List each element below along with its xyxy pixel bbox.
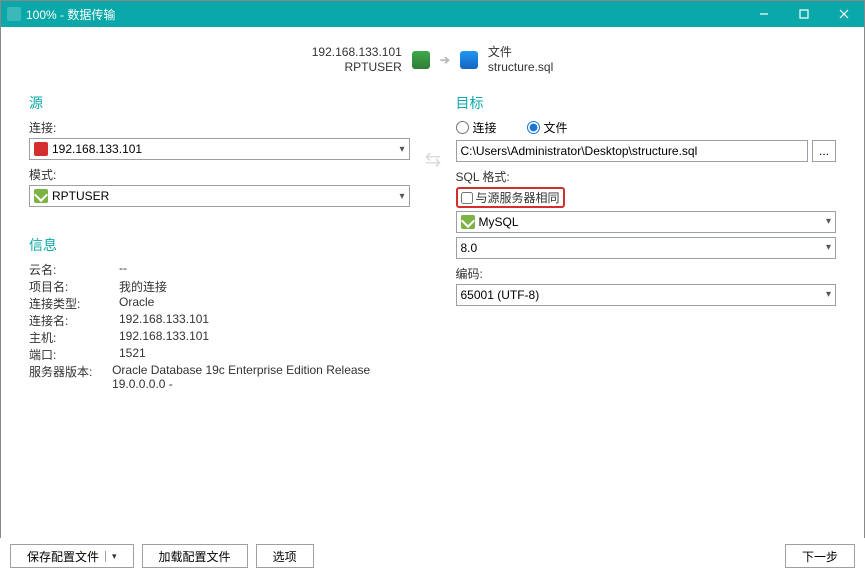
schema-select[interactable]: RPTUSER ▾ [29, 185, 410, 207]
connection-value: 192.168.133.101 [52, 142, 142, 156]
info-label: 云名: [29, 261, 119, 278]
titlebar: 100% - 数据传输 [1, 1, 864, 27]
database-target-icon [460, 51, 478, 69]
window-controls [744, 1, 864, 27]
chevron-down-icon: ▾ [399, 144, 404, 155]
info-label: 服务器版本: [29, 363, 112, 391]
radio-file[interactable]: 文件 [527, 119, 568, 136]
connection-select[interactable]: 192.168.133.101 ▾ [29, 138, 410, 160]
options-button[interactable]: 选项 [256, 544, 314, 568]
info-value: -- [119, 261, 127, 278]
encoding-label: 编码: [456, 265, 837, 282]
source-schema-label: RPTUSER [312, 60, 402, 75]
radio-connection[interactable]: 连接 [456, 119, 497, 136]
footer: 保存配置文件▾ 加载配置文件 选项 下一步 [0, 538, 865, 578]
chevron-down-icon: ▾ [105, 551, 117, 562]
info-label: 项目名: [29, 278, 119, 295]
browse-button[interactable]: ... [812, 140, 836, 162]
info-value: Oracle [119, 295, 154, 312]
target-type-label: 文件 [488, 45, 553, 60]
info-grid: 云名:-- 项目名:我的连接 连接类型:Oracle 连接名:192.168.1… [29, 261, 410, 391]
path-input[interactable]: C:\Users\Administrator\Desktop\structure… [456, 140, 809, 162]
source-title: 源 [29, 93, 410, 113]
chevron-down-icon: ▾ [826, 289, 831, 300]
app-icon [7, 7, 21, 21]
version-select[interactable]: 8.0 ▾ [456, 237, 837, 259]
source-panel: 源 连接: 192.168.133.101 ▾ 模式: RPTUSER ▾ 信息… [29, 93, 410, 391]
database-source-icon [412, 51, 430, 69]
maximize-button[interactable] [784, 1, 824, 27]
connection-label: 连接: [29, 119, 410, 136]
arrow-icon: ➔ [440, 53, 450, 67]
db-type-select[interactable]: MySQL ▾ [456, 211, 837, 233]
info-title: 信息 [29, 235, 410, 255]
info-label: 连接名: [29, 312, 119, 329]
mysql-icon [461, 215, 475, 229]
same-as-source-checkbox[interactable]: 与源服务器相同 [456, 187, 565, 208]
target-panel: 目标 连接 文件 C:\Users\Administrator\Desktop\… [456, 93, 837, 306]
next-button[interactable]: 下一步 [785, 544, 855, 568]
encoding-value: 65001 (UTF-8) [461, 288, 540, 302]
target-file-label: structure.sql [488, 60, 553, 75]
sql-format-label: SQL 格式: [456, 168, 837, 185]
info-value: 192.168.133.101 [119, 329, 209, 346]
path-value: C:\Users\Administrator\Desktop\structure… [461, 144, 698, 158]
info-label: 主机: [29, 329, 119, 346]
target-title: 目标 [456, 93, 837, 113]
schema-label: 模式: [29, 166, 410, 183]
transfer-summary: 192.168.133.101 RPTUSER ➔ 文件 structure.s… [1, 27, 864, 85]
source-host-label: 192.168.133.101 [312, 45, 402, 60]
load-profile-button[interactable]: 加载配置文件 [142, 544, 248, 568]
chevron-down-icon: ▾ [826, 216, 831, 227]
minimize-button[interactable] [744, 1, 784, 27]
encoding-select[interactable]: 65001 (UTF-8) ▾ [456, 284, 837, 306]
close-button[interactable] [824, 1, 864, 27]
schema-value: RPTUSER [52, 189, 109, 203]
oracle-icon [34, 142, 48, 156]
info-value: 192.168.133.101 [119, 312, 209, 329]
chevron-down-icon: ▾ [399, 191, 404, 202]
info-label: 端口: [29, 346, 119, 363]
save-profile-button[interactable]: 保存配置文件▾ [10, 544, 134, 568]
version-value: 8.0 [461, 241, 478, 255]
chevron-down-icon: ▾ [826, 242, 831, 253]
info-value: 1521 [119, 346, 146, 363]
info-label: 连接类型: [29, 295, 119, 312]
info-value: Oracle Database 19c Enterprise Edition R… [112, 363, 409, 391]
title-text: 100% - 数据传输 [26, 6, 115, 23]
info-value: 我的连接 [119, 278, 167, 295]
schema-icon [34, 189, 48, 203]
db-type-value: MySQL [479, 215, 519, 229]
